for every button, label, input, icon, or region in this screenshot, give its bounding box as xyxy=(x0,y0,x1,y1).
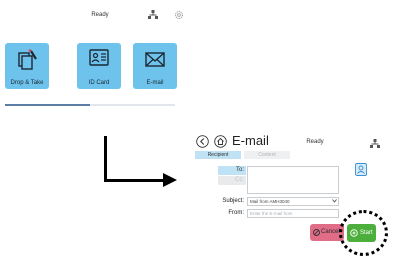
network-icon[interactable] xyxy=(148,10,158,19)
tile-label: Drop & Take xyxy=(10,80,44,86)
arrow-head-icon xyxy=(163,173,177,187)
id-card-icon xyxy=(89,49,109,66)
gear-icon[interactable] xyxy=(174,10,184,20)
cancel-icon xyxy=(313,229,320,236)
page-title: E-mail xyxy=(232,133,269,148)
from-field[interactable]: Enter the E-mail from xyxy=(247,209,339,218)
status-text: Ready xyxy=(306,139,324,145)
subject-label: Subject: xyxy=(222,198,244,204)
subject-value: Mail from AMH3040 xyxy=(250,199,290,204)
home-screen: Ready Drop & Take ID Card E-mail xyxy=(0,0,190,120)
tile-label: ID Card xyxy=(88,80,110,86)
to-field[interactable] xyxy=(247,166,339,194)
tab-recipient[interactable]: Recipient xyxy=(195,151,241,159)
chevron-down-icon[interactable] xyxy=(332,199,337,203)
drop-take-icon xyxy=(18,49,37,70)
cancel-label: Cancel xyxy=(321,229,340,235)
subject-field[interactable]: Mail from AMH3040 xyxy=(247,197,339,206)
back-icon[interactable] xyxy=(196,135,209,148)
tab-content[interactable]: Content xyxy=(244,151,290,159)
tile-label: E-mail xyxy=(146,80,164,86)
progress-fill xyxy=(5,104,90,106)
envelope-icon xyxy=(145,52,165,67)
home-icon[interactable] xyxy=(214,135,227,148)
to-label: To: xyxy=(235,167,244,173)
email-tile[interactable]: E-mail xyxy=(133,43,177,89)
flow-arrow-vertical xyxy=(104,136,107,182)
status-text: Ready xyxy=(91,12,109,18)
drop-take-tile[interactable]: Drop & Take xyxy=(5,43,49,89)
flow-arrow-horizontal xyxy=(104,179,166,182)
address-book-icon[interactable] xyxy=(355,163,367,176)
id-card-tile[interactable]: ID Card xyxy=(77,43,121,89)
network-icon[interactable] xyxy=(370,139,380,148)
from-label: From: xyxy=(228,210,244,216)
progress-bar xyxy=(5,104,175,106)
highlight-circle xyxy=(339,210,388,256)
cc-label: Cc: xyxy=(235,177,244,183)
